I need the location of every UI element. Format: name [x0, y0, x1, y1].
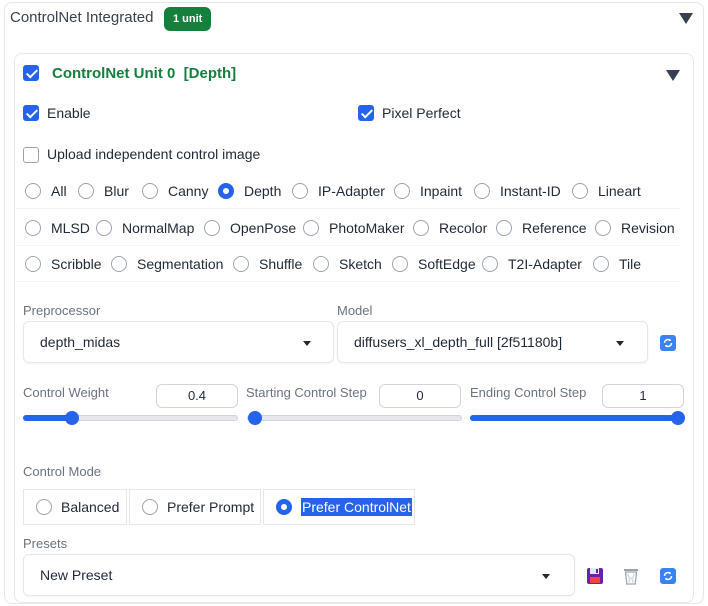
- control-type-row-2: MLSD NormalMap OpenPose PhotoMaker Recol…: [15, 210, 681, 246]
- radio-selected-icon: [218, 183, 234, 199]
- radio-icon: [496, 220, 512, 236]
- chevron-down-icon: [303, 341, 311, 346]
- control-weight-input[interactable]: 0.4: [156, 384, 238, 408]
- control-weight-handle[interactable]: [65, 411, 79, 425]
- control-type-blur[interactable]: Blur: [78, 173, 129, 209]
- radio-icon: [25, 183, 41, 199]
- control-weight-fill: [23, 415, 71, 421]
- model-label: Model: [337, 303, 373, 318]
- trash-icon[interactable]: [622, 567, 640, 585]
- starting-step-input[interactable]: 0: [379, 384, 461, 408]
- radio-icon: [413, 220, 429, 236]
- starting-step-slider[interactable]: [247, 411, 462, 425]
- ending-step-handle[interactable]: [671, 411, 685, 425]
- control-type-photomaker[interactable]: PhotoMaker: [303, 210, 404, 246]
- presets-label: Presets: [23, 536, 68, 551]
- radio-icon: [78, 183, 94, 199]
- preprocessor-value: depth_midas: [40, 334, 121, 350]
- radio-icon: [394, 183, 410, 199]
- control-type-inpaint[interactable]: Inpaint: [394, 173, 462, 209]
- control-type-shuffle[interactable]: Shuffle: [233, 246, 302, 282]
- pixel-perfect-label: Pixel Perfect: [382, 105, 461, 121]
- radio-icon: [392, 256, 408, 272]
- refresh-models-icon[interactable]: [660, 335, 676, 351]
- starting-step-handle[interactable]: [248, 411, 262, 425]
- radio-icon: [474, 183, 490, 199]
- control-type-row-3: Scribble Segmentation Shuffle Sketch Sof…: [15, 246, 681, 282]
- control-type-tile[interactable]: Tile: [593, 246, 641, 282]
- ending-step-label: Ending Control Step: [470, 385, 587, 400]
- control-type-sketch[interactable]: Sketch: [313, 246, 382, 282]
- radio-selected-icon: [276, 499, 292, 515]
- radio-icon: [595, 220, 611, 236]
- mode-prefer-prompt[interactable]: Prefer Prompt: [129, 489, 261, 525]
- radio-icon: [482, 256, 498, 272]
- upload-independent-label: Upload independent control image: [47, 146, 261, 162]
- ending-step-slider[interactable]: [470, 411, 685, 425]
- radio-icon: [593, 256, 609, 272]
- control-type-recolor[interactable]: Recolor: [413, 210, 487, 246]
- control-type-scribble[interactable]: Scribble: [25, 246, 102, 282]
- model-value: diffusers_xl_depth_full [2f51180b]: [354, 334, 563, 350]
- unit-count-badge: 1 unit: [164, 7, 212, 31]
- mode-prefer-controlnet[interactable]: Prefer ControlNet: [263, 489, 415, 525]
- unit-enable-checkbox[interactable]: [23, 65, 39, 81]
- control-type-instant-id[interactable]: Instant-ID: [474, 173, 561, 209]
- radio-icon: [142, 499, 158, 515]
- control-type-canny[interactable]: Canny: [142, 173, 208, 209]
- chevron-down-icon: [542, 574, 550, 579]
- preprocessor-dropdown[interactable]: depth_midas: [23, 321, 334, 363]
- save-icon[interactable]: [586, 567, 604, 585]
- control-type-ip-adapter[interactable]: IP-Adapter: [292, 173, 385, 209]
- upload-independent-checkbox[interactable]: [23, 147, 39, 163]
- control-type-lineart[interactable]: Lineart: [572, 173, 641, 209]
- pixel-perfect-checkbox[interactable]: [358, 105, 374, 121]
- ending-step-fill: [470, 415, 685, 421]
- presets-value: New Preset: [40, 567, 113, 583]
- control-mode-label: Control Mode: [23, 464, 102, 479]
- control-type-reference[interactable]: Reference: [496, 210, 587, 246]
- enable-label: Enable: [47, 105, 91, 121]
- control-type-softedge[interactable]: SoftEdge: [392, 246, 476, 282]
- radio-icon: [111, 256, 127, 272]
- mode-balanced[interactable]: Balanced: [23, 489, 127, 525]
- control-type-row-1: All Blur Canny Depth IP-Adapter Inpaint …: [15, 173, 681, 209]
- control-type-all[interactable]: All: [25, 173, 67, 209]
- control-type-depth[interactable]: Depth: [218, 173, 281, 209]
- control-type-normalmap[interactable]: NormalMap: [96, 210, 194, 246]
- radio-icon: [25, 256, 41, 272]
- ending-step-input[interactable]: 1: [602, 384, 684, 408]
- enable-checkbox[interactable]: [23, 105, 39, 121]
- radio-icon: [572, 183, 588, 199]
- collapse-panel-icon[interactable]: [679, 13, 693, 24]
- control-weight-slider[interactable]: [23, 411, 238, 425]
- starting-step-label: Starting Control Step: [246, 385, 367, 400]
- chevron-down-icon: [616, 341, 624, 346]
- radio-icon: [292, 183, 308, 199]
- radio-icon: [142, 183, 158, 199]
- unit-title: ControlNet Unit 0 [Depth]: [52, 65, 237, 82]
- control-weight-label: Control Weight: [23, 385, 109, 400]
- radio-icon: [303, 220, 319, 236]
- refresh-presets-icon[interactable]: [660, 568, 676, 584]
- panel-title: ControlNet Integrated: [10, 9, 154, 26]
- control-type-segmentation[interactable]: Segmentation: [111, 246, 223, 282]
- control-type-openpose[interactable]: OpenPose: [204, 210, 296, 246]
- control-type-t2i-adapter[interactable]: T2I-Adapter: [482, 246, 582, 282]
- preprocessor-label: Preprocessor: [23, 303, 101, 318]
- collapse-unit-icon[interactable]: [666, 70, 680, 81]
- radio-icon: [233, 256, 249, 272]
- radio-icon: [313, 256, 329, 272]
- control-type-mlsd[interactable]: MLSD: [25, 210, 90, 246]
- presets-dropdown[interactable]: New Preset: [23, 554, 575, 596]
- control-type-revision[interactable]: Revision: [595, 210, 675, 246]
- model-dropdown[interactable]: diffusers_xl_depth_full [2f51180b]: [337, 321, 648, 363]
- radio-icon: [96, 220, 112, 236]
- radio-icon: [204, 220, 220, 236]
- radio-icon: [36, 499, 52, 515]
- radio-icon: [25, 220, 41, 236]
